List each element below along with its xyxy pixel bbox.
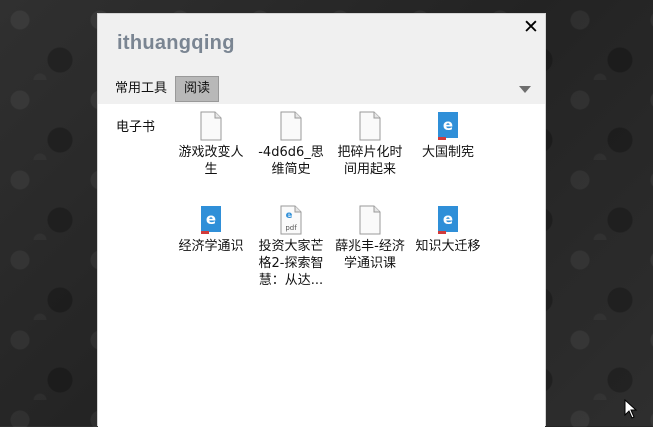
file-name: 游戏改变人生 bbox=[178, 145, 244, 177]
file-item[interactable]: -4d6d6_思维简史 bbox=[251, 111, 331, 178]
chevron-down-icon[interactable] bbox=[519, 86, 531, 93]
file-name: 投资大家芒格2-探索智慧：从达... bbox=[258, 239, 324, 288]
blank-document-icon bbox=[359, 205, 381, 235]
file-item[interactable]: 把碎片化时间用起来 bbox=[330, 111, 410, 178]
sidebar-item-ebooks[interactable]: 电子书 bbox=[116, 116, 155, 135]
edge-document-icon: e bbox=[438, 112, 458, 140]
panel-title: ithuangqing bbox=[117, 32, 235, 54]
svg-text:e: e bbox=[443, 210, 453, 228]
sidebar: 电子书 bbox=[98, 104, 172, 427]
file-name: 经济学通识 bbox=[178, 239, 244, 254]
close-icon[interactable]: ✕ bbox=[520, 16, 542, 38]
blank-document-icon bbox=[359, 111, 381, 141]
file-item[interactable]: 游戏改变人生 bbox=[171, 111, 251, 178]
file-name: 大国制宪 bbox=[421, 145, 474, 160]
blank-document-icon bbox=[280, 111, 302, 141]
edge-document-icon: e bbox=[201, 206, 221, 234]
svg-text:pdf: pdf bbox=[285, 224, 297, 232]
tab-bar: 常用工具 阅读 bbox=[111, 75, 223, 103]
file-grid: 游戏改变人生 -4d6d6_思维简史 把碎片化时间用起来 e 大国制宪 e 经济… bbox=[172, 104, 545, 427]
file-item[interactable]: e 经济学通识 bbox=[171, 205, 251, 255]
svg-text:e: e bbox=[206, 210, 216, 228]
tab-reading[interactable]: 阅读 bbox=[175, 76, 220, 102]
edge-document-icon: e bbox=[438, 206, 458, 234]
file-item[interactable]: e pdf 投资大家芒格2-探索智慧：从达... bbox=[251, 205, 331, 289]
reading-panel: ithuangqing ✕ 常用工具 阅读 电子书 游戏改变人生 -4d6d6_… bbox=[97, 13, 546, 427]
file-item[interactable]: 薛兆丰-经济学通识课 bbox=[330, 205, 410, 272]
file-name: 薛兆丰-经济学通识课 bbox=[335, 239, 405, 271]
file-item[interactable]: e 知识大迁移 bbox=[408, 205, 488, 255]
pdf-document-icon: e pdf bbox=[280, 205, 302, 235]
file-name: 把碎片化时间用起来 bbox=[337, 145, 403, 177]
mouse-pointer-icon bbox=[624, 399, 638, 419]
tab-common-tools[interactable]: 常用工具 bbox=[111, 76, 171, 102]
svg-text:e: e bbox=[286, 210, 293, 221]
file-name: 知识大迁移 bbox=[415, 239, 481, 254]
file-item[interactable]: e 大国制宪 bbox=[408, 111, 488, 161]
blank-document-icon bbox=[200, 111, 222, 141]
svg-text:e: e bbox=[443, 116, 453, 134]
file-name: -4d6d6_思维简史 bbox=[258, 145, 324, 177]
